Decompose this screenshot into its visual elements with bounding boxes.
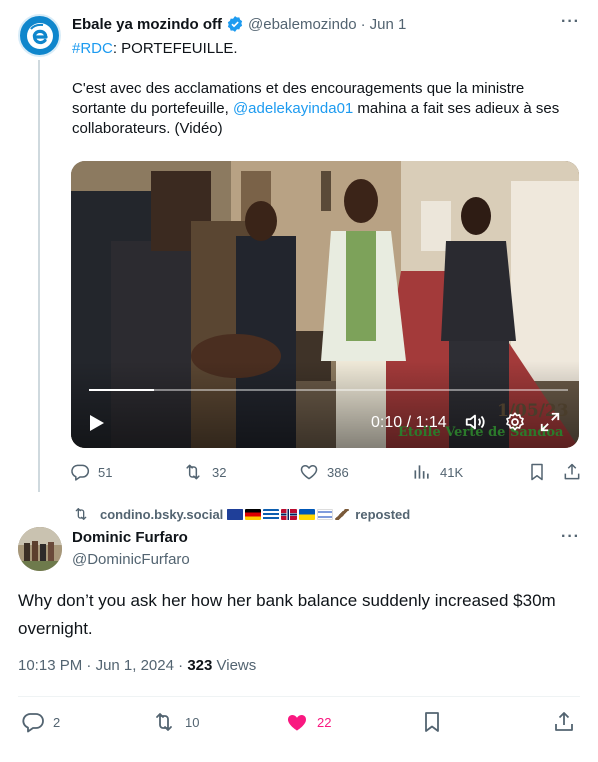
author-avatar[interactable] <box>18 14 61 57</box>
bookmark-button[interactable] <box>420 710 452 734</box>
reply-author-avatar[interactable] <box>18 527 62 571</box>
reply-button[interactable]: 51 <box>70 462 112 482</box>
share-button[interactable] <box>562 462 590 482</box>
video-progress-bar[interactable] <box>89 389 568 391</box>
author-handle[interactable]: @ebalemozindo <box>248 16 357 33</box>
reply-count: 2 <box>53 714 61 730</box>
tweet-text: #RDC: PORTEFEUILLE. C'est avec des accla… <box>72 39 582 139</box>
reply-date[interactable]: Jun 1, 2024 <box>96 657 174 674</box>
reply-author-handle[interactable]: @DominicFurfaro <box>72 551 190 568</box>
reply-time[interactable]: 10:13 PM <box>18 657 82 674</box>
repost-icon <box>186 464 200 480</box>
reply-more-options-icon[interactable]: ··· <box>561 528 580 546</box>
repost-icon <box>156 713 172 731</box>
hashtag-link[interactable]: #RDC <box>72 40 113 57</box>
repost-button[interactable]: 32 <box>182 462 226 482</box>
reply-meta: 10:13 PM · Jun 1, 2024 · 323 Views <box>18 657 256 674</box>
separator-dot: · <box>360 15 366 33</box>
reply-text: Why don’t you ask her how her bank balan… <box>18 591 556 638</box>
eu-flag-icon <box>227 508 244 520</box>
mention-link[interactable]: @adelekayinda01 <box>233 100 353 117</box>
reply-views-label: Views <box>216 657 257 674</box>
reply-icon <box>22 713 44 733</box>
separator-dot: · <box>86 657 92 674</box>
israel-flag-icon <box>317 508 334 520</box>
reply-author-name[interactable]: Dominic Furfaro <box>72 529 188 546</box>
like-button[interactable]: 386 <box>299 462 349 482</box>
share-icon <box>555 712 573 731</box>
divider <box>18 696 580 697</box>
heart-filled-icon <box>287 715 307 731</box>
video-player[interactable]: 1/05/23 Etoile Verte de Sandoa 0:10 / 1:… <box>71 161 579 448</box>
like-button[interactable]: 22 <box>285 710 331 734</box>
reposted-by-line[interactable]: condino.bsky.social reposted <box>72 505 410 523</box>
feather-icon <box>335 508 350 520</box>
parent-tweet: Ebale ya mozindo off @ebalemozindo · Jun… <box>0 0 598 500</box>
reposter-flags <box>227 508 351 520</box>
reply-icon <box>71 464 90 481</box>
thread-line <box>38 60 40 492</box>
reposted-label: reposted <box>355 506 411 522</box>
video-time: 0:10 / 1:14 <box>371 414 447 431</box>
tweet-date[interactable]: Jun 1 <box>370 16 407 33</box>
tweet-header: Ebale ya mozindo off @ebalemozindo · Jun… <box>72 13 580 35</box>
group-photo-icon <box>18 527 62 571</box>
settings-gear-icon[interactable] <box>504 411 526 438</box>
bookmark-button[interactable] <box>527 462 555 482</box>
ebale-logo-icon <box>26 22 53 49</box>
repost-count: 32 <box>212 464 227 480</box>
share-icon <box>564 463 580 480</box>
fullscreen-icon[interactable] <box>539 411 561 438</box>
views-button[interactable]: 41K <box>412 462 463 482</box>
repost-button[interactable]: 10 <box>151 710 199 734</box>
headline-text: : PORTEFEUILLE. <box>112 40 238 57</box>
reply-actions: 2 10 22 <box>18 710 580 736</box>
verified-badge-icon <box>226 15 244 33</box>
heart-icon <box>300 465 318 480</box>
share-button[interactable] <box>552 710 584 734</box>
bookmark-icon <box>425 712 439 732</box>
reply-button[interactable]: 2 <box>21 710 60 734</box>
author-name[interactable]: Ebale ya mozindo off <box>72 16 222 33</box>
germany-flag-icon <box>245 508 262 520</box>
separator-dot: · <box>178 657 184 674</box>
ukraine-flag-icon <box>299 508 316 520</box>
video-controls: 0:10 / 1:14 <box>71 398 579 448</box>
greece-flag-icon <box>263 508 280 520</box>
reposter-name[interactable]: condino.bsky.social <box>100 507 223 522</box>
reply-view-count: 323 <box>187 657 213 674</box>
reply-count: 51 <box>98 464 113 480</box>
like-count: 386 <box>327 464 349 480</box>
repost-icon <box>75 508 87 520</box>
video-progress-fill <box>89 389 154 391</box>
like-count: 22 <box>317 714 332 730</box>
tweet-actions: 51 32 386 41K <box>70 462 582 486</box>
repost-count: 10 <box>185 714 200 730</box>
views-count: 41K <box>440 464 464 480</box>
bookmark-icon <box>531 463 543 481</box>
views-chart-icon <box>414 465 429 479</box>
norway-flag-icon <box>281 508 298 520</box>
more-options-icon[interactable]: ··· <box>561 13 580 31</box>
play-icon[interactable] <box>85 412 107 439</box>
volume-icon[interactable] <box>464 411 486 438</box>
